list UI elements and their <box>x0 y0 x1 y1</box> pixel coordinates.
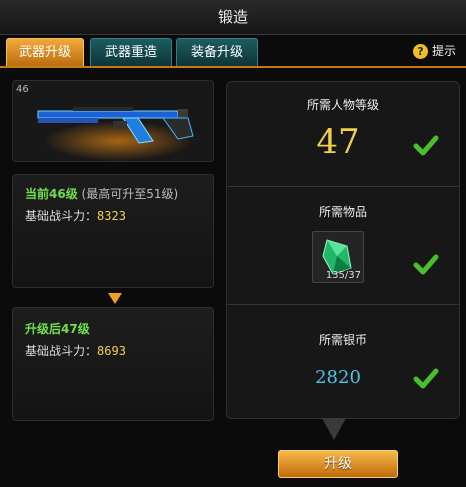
power-label: 基础战斗力： <box>25 344 98 358</box>
tab-label: 武器升级 <box>18 45 71 60</box>
requirement-item: 所需物品 135/37 <box>227 187 459 303</box>
after-level-line: 升级后47级 <box>25 320 90 337</box>
tab-equipment-upgrade[interactable]: 装备升级 <box>176 38 258 67</box>
help-icon: ? <box>412 44 428 59</box>
requirement-level: 所需人物等级 47 <box>227 82 459 186</box>
weapon-preview: 46 <box>12 80 214 162</box>
check-icon <box>413 254 439 275</box>
requirement-coins: 所需银币 2820 <box>227 305 459 418</box>
after-power-line: 基础战斗力：8693 <box>25 342 126 359</box>
hint-label: 提示 <box>431 44 456 58</box>
check-icon <box>413 135 439 156</box>
item-slot[interactable]: 135/37 <box>312 231 364 283</box>
current-power-line: 基础战斗力：8323 <box>25 207 126 224</box>
upgrade-button[interactable]: 升级 <box>278 450 398 478</box>
current-stats-panel: 当前46级 (最高可升至51级) 基础战斗力：8323 <box>12 174 214 288</box>
current-level: 当前46级 <box>25 187 78 201</box>
tab-weapon-rebuild[interactable]: 武器重造 <box>90 38 172 67</box>
hint-button[interactable]: ? 提示 <box>412 42 456 59</box>
tab-underline <box>0 66 466 68</box>
tab-label: 装备升级 <box>190 45 243 60</box>
check-icon <box>413 368 439 389</box>
pointer-down-icon <box>322 418 346 440</box>
power-label: 基础战斗力： <box>25 209 98 223</box>
max-level-note: (最高可升至51级) <box>81 187 179 201</box>
after-level: 升级后47级 <box>25 322 90 336</box>
current-level-line: 当前46级 (最高可升至51级) <box>25 185 178 202</box>
tab-label: 武器重造 <box>104 45 157 60</box>
arrow-down-icon <box>108 293 122 304</box>
tab-weapon-upgrade[interactable]: 武器升级 <box>6 38 84 67</box>
requirement-level-title: 所需人物等级 <box>306 98 379 112</box>
requirement-item-title: 所需物品 <box>318 205 367 219</box>
item-count: 135/37 <box>325 270 361 281</box>
rifle-icon <box>37 107 194 144</box>
after-power-value: 8693 <box>97 344 126 358</box>
requirement-coins-title: 所需银币 <box>318 333 367 347</box>
window-title: 锻造 <box>0 0 466 35</box>
current-power-value: 8323 <box>97 209 126 223</box>
requirements-panel: 所需人物等级 47 所需物品 135/37 所需银币 2820 <box>226 81 460 419</box>
after-stats-panel: 升级后47级 基础战斗力：8693 <box>12 307 214 421</box>
